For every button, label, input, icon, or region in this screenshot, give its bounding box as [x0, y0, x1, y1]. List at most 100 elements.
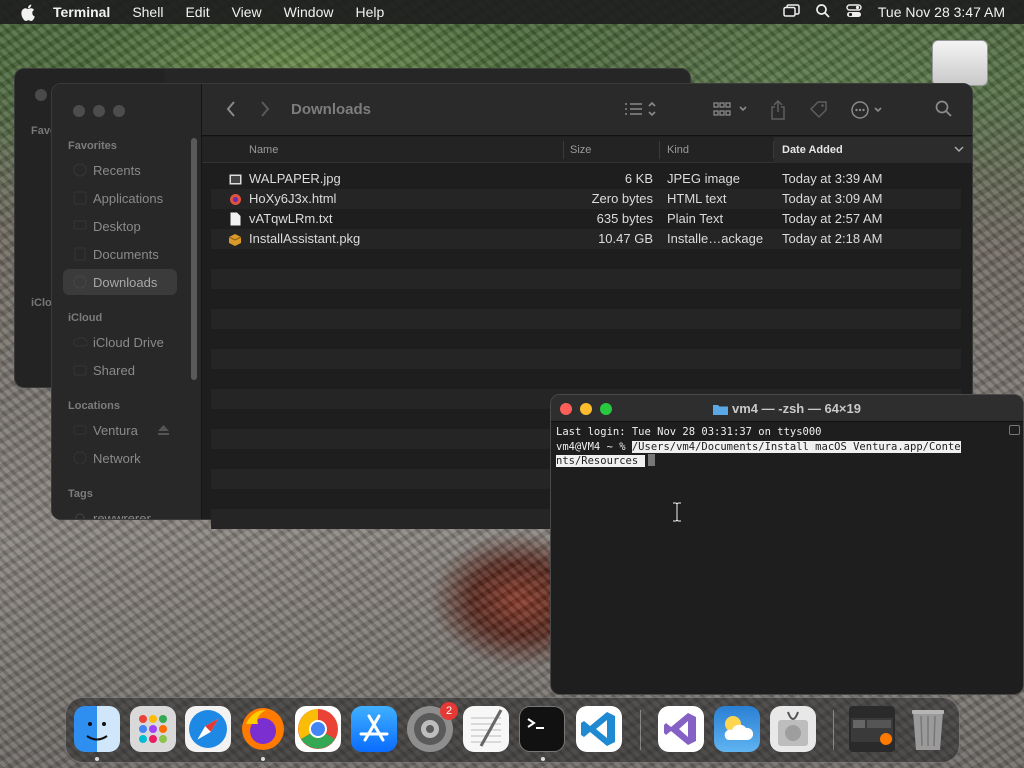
sidebar-item-shared[interactable]: Shared	[63, 357, 177, 383]
finder-sidebar: Favorites Recents Applications Desktop D…	[52, 84, 202, 519]
dock-separator	[640, 710, 641, 750]
terminal-output[interactable]: Last login: Tue Nov 28 03:31:37 on ttys0…	[556, 425, 1007, 469]
dock-launchpad-icon[interactable]	[130, 706, 176, 752]
sidebar-item-desktop[interactable]: Desktop	[63, 213, 177, 239]
control-center-icon[interactable]	[846, 3, 862, 21]
dock-separator	[833, 710, 834, 750]
window-zoom-button[interactable]	[113, 105, 125, 117]
dock-app-store-icon[interactable]	[351, 706, 397, 752]
dock-firefox-icon[interactable]	[240, 706, 286, 752]
menu-bar: Terminal Shell Edit View Window Help Tue…	[0, 0, 1024, 24]
list-view-icon[interactable]	[624, 100, 660, 118]
text-cursor	[647, 454, 655, 466]
sidebar-item-label: Applications	[93, 190, 164, 206]
spotlight-search-icon[interactable]	[816, 3, 830, 21]
dock-trash-icon[interactable]	[905, 706, 951, 752]
notification-badge: 2	[440, 702, 458, 720]
shared-folder-icon	[71, 363, 89, 377]
tag-icon[interactable]	[809, 100, 829, 120]
dock	[65, 697, 960, 763]
disk-icon	[71, 423, 89, 437]
menu-shell[interactable]: Shell	[132, 4, 163, 20]
apple-menu-icon[interactable]	[18, 3, 36, 21]
selected-path-text-continued[interactable]: nts/Resources	[556, 455, 645, 467]
selected-path-text[interactable]: /Users/vm4/Documents/Install macOS Ventu…	[631, 440, 961, 453]
sidebar-item-label: iCloud Drive	[93, 334, 164, 350]
eject-icon[interactable]	[158, 423, 169, 438]
sidebar-item-applications[interactable]: Applications	[63, 185, 177, 211]
sidebar-item-tag[interactable]: rewwrerer	[63, 505, 177, 519]
dock-textedit-icon[interactable]	[463, 706, 509, 752]
terminal-title: vm4 — -zsh — 64×19	[551, 401, 1023, 418]
running-indicator	[95, 757, 99, 761]
tag-dot-icon	[71, 511, 89, 519]
sidebar-item-documents[interactable]: Documents	[63, 241, 177, 267]
sidebar-section-locations: Locations	[68, 400, 120, 412]
dock-terminal-icon[interactable]	[519, 706, 565, 752]
window-close-button[interactable]	[73, 105, 85, 117]
dock-disk-utility-icon[interactable]	[770, 706, 816, 752]
sidebar-section-favorites: Favorites	[68, 140, 117, 152]
menubar-clock[interactable]: Tue Nov 28 3:47 AM	[878, 4, 1005, 20]
dock-weather-icon[interactable]	[714, 706, 760, 752]
sidebar-item-network[interactable]: Network	[63, 445, 177, 471]
folder-icon	[713, 403, 728, 418]
terminal-title-text: vm4 — -zsh — 64×19	[732, 401, 861, 416]
sidebar-item-label: Shared	[93, 362, 135, 378]
sidebar-item-downloads[interactable]: Downloads	[63, 269, 177, 295]
running-indicator	[261, 757, 265, 761]
search-icon[interactable]	[935, 100, 953, 118]
sidebar-item-ventura[interactable]: Ventura	[63, 417, 177, 443]
sidebar-item-label: Ventura	[93, 422, 138, 438]
screen-mirroring-icon[interactable]	[783, 4, 800, 20]
downloads-icon	[71, 275, 89, 289]
group-view-icon[interactable]	[713, 100, 749, 118]
back-chevron-icon[interactable]	[226, 100, 236, 118]
column-header: Name Size Kind Date Added	[202, 137, 972, 163]
dock-chrome-icon[interactable]	[295, 706, 341, 752]
terminal-titlebar[interactable]: vm4 — -zsh — 64×19	[551, 395, 1023, 422]
menu-app-terminal[interactable]: Terminal	[53, 4, 110, 20]
forward-chevron-icon[interactable]	[260, 100, 270, 118]
network-globe-icon	[71, 451, 89, 465]
sidebar-section-tags: Tags	[68, 488, 93, 500]
menu-view[interactable]: View	[232, 4, 262, 20]
finder-toolbar: Downloads	[202, 84, 972, 136]
column-kind-header[interactable]: Kind	[667, 144, 689, 156]
desktop-icon	[71, 219, 89, 233]
window-close-button[interactable]	[35, 89, 47, 101]
sidebar-item-label: Downloads	[93, 274, 158, 290]
menu-edit[interactable]: Edit	[185, 4, 209, 20]
sidebar-item-label: Desktop	[93, 218, 141, 234]
document-icon	[71, 247, 89, 261]
window-title: Downloads	[291, 101, 372, 118]
column-date-added-header[interactable]: Date Added	[782, 144, 843, 156]
sidebar-item-recents[interactable]: Recents	[63, 157, 177, 183]
sidebar-scrollbar[interactable]	[191, 138, 197, 380]
sidebar-item-label: Recents	[93, 162, 141, 178]
terminal-window[interactable]: vm4 — -zsh — 64×19 Last login: Tue Nov 2…	[550, 394, 1024, 695]
running-indicator	[541, 757, 545, 761]
dock-safari-icon[interactable]	[185, 706, 231, 752]
sidebar-section-icloud: iCloud	[68, 312, 103, 324]
sidebar-section-icloud: iClo	[31, 297, 52, 309]
column-size-header[interactable]: Size	[570, 144, 591, 156]
shell-prompt: vm4@VM4 ~ %	[556, 440, 632, 453]
dock-finder-icon[interactable]	[74, 706, 120, 752]
sort-chevron-down-icon[interactable]	[954, 142, 964, 159]
terminal-scroll-indicator[interactable]	[1009, 425, 1020, 435]
menu-window[interactable]: Window	[284, 4, 334, 20]
dock-visual-studio-icon[interactable]	[658, 706, 704, 752]
ibeam-cursor-icon	[672, 501, 682, 527]
clock-icon	[71, 163, 89, 177]
ventura-drive-icon[interactable]	[932, 36, 988, 90]
dock-vscode-icon[interactable]	[576, 706, 622, 752]
more-actions-icon[interactable]	[850, 100, 886, 120]
menu-help[interactable]: Help	[355, 4, 384, 20]
sidebar-item-icloud-drive[interactable]: iCloud Drive	[63, 329, 177, 355]
dock-downloads-stack-icon[interactable]	[849, 706, 895, 752]
column-name-header[interactable]: Name	[249, 144, 278, 156]
share-icon[interactable]	[770, 100, 786, 120]
last-login-line: Last login: Tue Nov 28 03:31:37 on ttys0…	[556, 426, 822, 438]
window-minimize-button[interactable]	[93, 105, 105, 117]
